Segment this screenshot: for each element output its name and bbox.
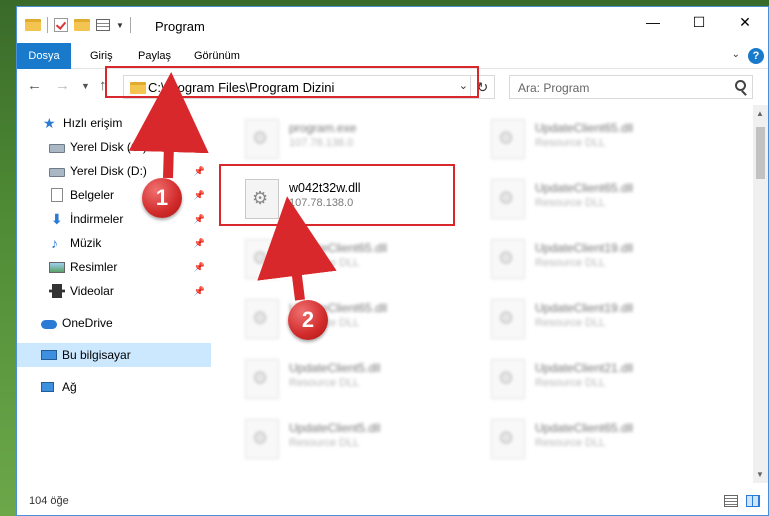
arrow-to-file [257, 196, 337, 301]
annotation-arrows [128, 72, 337, 301]
step-badge-2: 2 [288, 300, 328, 340]
arrow-to-address [128, 72, 209, 179]
step-badge-1: 1 [142, 178, 182, 218]
